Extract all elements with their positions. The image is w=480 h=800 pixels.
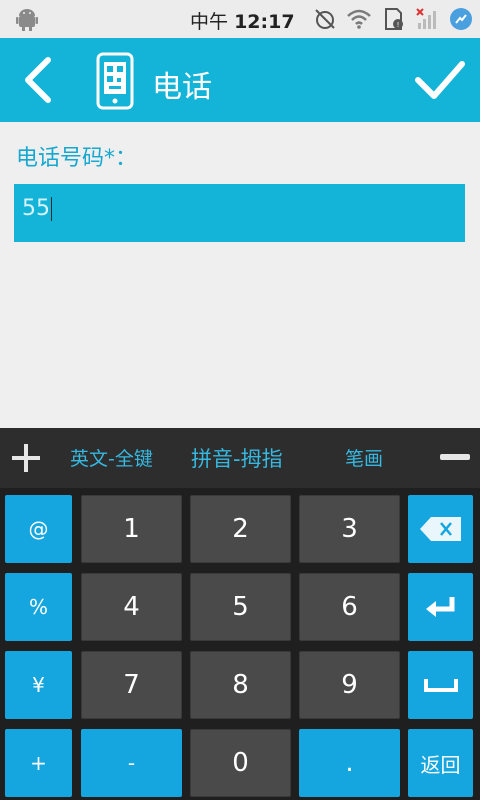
key-percent[interactable]: % (5, 573, 72, 641)
key-8[interactable]: 8 (190, 651, 291, 719)
backspace-icon (419, 517, 461, 541)
phone-number-label: 电话号码*： (16, 146, 138, 171)
status-icons: ! (312, 6, 474, 32)
key-2[interactable]: 2 (190, 495, 291, 563)
keyboard-mode-stroke[interactable]: 笔画 (345, 444, 383, 471)
key-space[interactable] (408, 651, 473, 719)
text-caret (51, 197, 52, 221)
signal-off-icon (416, 8, 436, 29)
key-backspace[interactable] (408, 495, 473, 563)
key-6[interactable]: 6 (299, 573, 400, 641)
android-debug-icon (16, 9, 38, 31)
phone-number-value: 55 (22, 196, 50, 221)
messenger-icon (450, 8, 472, 30)
key-return[interactable]: 返回 (408, 729, 473, 797)
keyboard-mode-bar: 英文-全键 拼音-拇指 笔画 (0, 428, 480, 488)
plus-icon[interactable] (10, 442, 42, 474)
back-icon[interactable] (14, 54, 66, 106)
key-minus[interactable]: - (81, 729, 182, 797)
phone-icon (96, 52, 134, 110)
key-at[interactable]: @ (5, 495, 72, 563)
keyboard-mode-pinyin-thumb[interactable]: 拼音-拇指 (191, 443, 283, 473)
key-5[interactable]: 5 (190, 573, 291, 641)
key-0[interactable]: 0 (190, 729, 291, 797)
alarm-off-icon (315, 9, 335, 29)
key-3[interactable]: 3 (299, 495, 400, 563)
wifi-icon (347, 9, 371, 29)
keyboard: @ 1 2 3 % 4 5 6 ¥ 7 8 9 + - 0 . 返回 (0, 488, 480, 800)
status-bar: 中午 12:17 ! (0, 0, 480, 38)
space-icon (423, 679, 458, 692)
page-title: 电话 (152, 70, 212, 105)
key-1[interactable]: 1 (81, 495, 182, 563)
status-time: 中午 12:17 (190, 11, 295, 33)
svg-text:!: ! (397, 21, 400, 29)
enter-icon (425, 597, 454, 617)
minus-icon[interactable] (440, 454, 470, 460)
app-header: 电话 (0, 38, 480, 122)
key-yen[interactable]: ¥ (5, 651, 72, 719)
confirm-check-icon[interactable] (412, 54, 468, 106)
key-enter[interactable] (408, 573, 473, 641)
key-plus[interactable]: + (5, 729, 72, 797)
keyboard-mode-english-full[interactable]: 英文-全键 (70, 444, 153, 471)
key-9[interactable]: 9 (299, 651, 400, 719)
key-7[interactable]: 7 (81, 651, 182, 719)
key-4[interactable]: 4 (81, 573, 182, 641)
key-dot[interactable]: . (299, 729, 400, 797)
sd-card-icon: ! (385, 8, 403, 30)
phone-number-input[interactable]: 55 (14, 184, 465, 242)
